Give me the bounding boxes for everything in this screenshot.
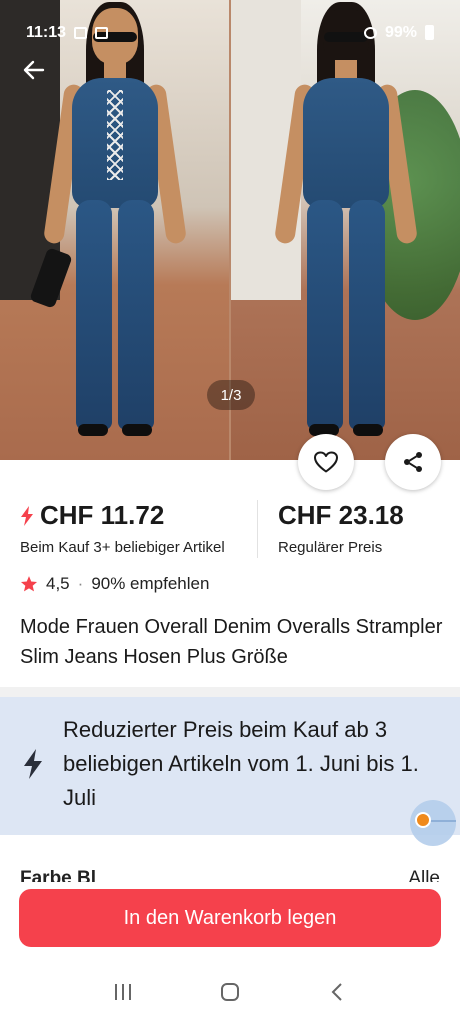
rating-score: 4,5 [46,574,70,593]
lightning-icon [24,749,42,779]
system-back-button[interactable] [317,972,357,1012]
regular-price-label: Regulärer Preis [278,539,383,556]
battery-icon [425,25,434,40]
color-options-title: Farbe Bl [20,868,97,882]
sale-price-condition: Beim Kauf 3+ beliebiger Artikel [20,539,225,556]
product-title: Mode Frauen Overall Denim Overalls Stram… [20,616,443,668]
star-icon [20,576,38,592]
floating-assist-button[interactable] [410,800,456,846]
sale-price: CHF 11.72 [20,500,164,531]
promo-text: Reduzierter Preis beim Kauf ab 3 beliebi… [63,717,419,810]
color-options-header[interactable]: Farbe Bl Alle [20,860,440,882]
arrow-left-icon [23,60,45,80]
battery-level: 99% [384,23,417,41]
see-all-link[interactable]: Alle [408,868,440,882]
promo-banner: Reduzierter Preis beim Kauf ab 3 beliebi… [0,697,460,835]
price-divider [257,500,258,558]
wishlist-button[interactable] [298,434,354,490]
gallery-notification-icon [74,26,88,39]
system-navigation-bar [0,960,460,1024]
lightning-icon [21,505,33,526]
share-button[interactable] [385,434,441,490]
heart-icon [314,451,338,473]
recommend-percentage: 90% empfehlen [91,574,210,593]
product-photo-back [231,0,460,460]
home-button[interactable] [210,972,250,1012]
add-to-cart-button[interactable]: In den Warenkorb legen [19,889,441,947]
recent-apps-icon [115,984,132,1000]
back-button[interactable] [20,56,48,84]
section-divider [0,687,460,697]
share-icon [404,452,422,472]
home-icon [220,983,239,1001]
regular-price-amount: CHF 23.18 [278,500,404,530]
alarm-icon [363,26,377,39]
image-counter: 1/3 [207,380,255,410]
status-time: 11:13 [26,23,67,41]
rating-row[interactable]: 4,5 · 90% empfehlen [20,574,209,594]
status-bar: 11:13 99% [0,0,460,50]
message-notification-icon [95,26,109,39]
sale-price-amount: CHF 11.72 [40,500,165,530]
rating-separator: · [77,574,84,593]
back-chevron-icon [331,983,342,1001]
recent-apps-button[interactable] [103,972,143,1012]
